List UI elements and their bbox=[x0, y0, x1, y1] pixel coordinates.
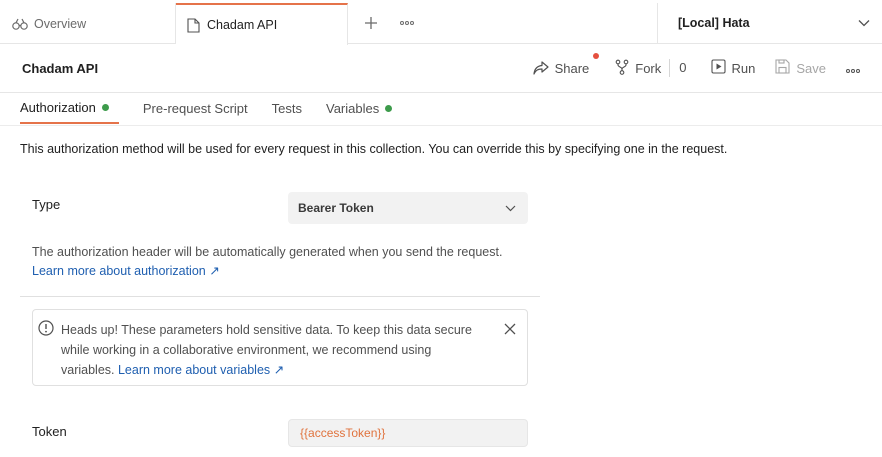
share-icon bbox=[532, 61, 549, 75]
collection-subtabs: Authorization Pre-request Script Tests V… bbox=[20, 93, 393, 125]
token-value: {{accessToken}} bbox=[300, 426, 386, 440]
auth-description-text: The authorization header will be automat… bbox=[32, 245, 503, 259]
fork-label: Fork bbox=[635, 60, 662, 76]
tab-authorization-label: Authorization bbox=[20, 100, 96, 115]
ellipsis-icon bbox=[846, 61, 860, 76]
subtabs-divider bbox=[0, 125, 882, 126]
run-label: Run bbox=[731, 60, 756, 76]
environment-label: [Local] Hata bbox=[678, 16, 750, 30]
tab-tests-label: Tests bbox=[271, 101, 302, 116]
tab-variables[interactable]: Variables bbox=[326, 93, 393, 124]
binoculars-icon bbox=[12, 16, 28, 32]
alert-circle-icon bbox=[38, 320, 54, 336]
tab-bar: Overview Chadam API [Local] Hata bbox=[0, 3, 882, 45]
tab-pre-request-script[interactable]: Pre-request Script bbox=[143, 93, 248, 124]
chevron-down-icon bbox=[858, 16, 870, 30]
save-icon bbox=[775, 59, 790, 77]
status-dot bbox=[101, 104, 109, 111]
fork-count[interactable]: 0 bbox=[669, 59, 687, 77]
learn-more-authorization-link[interactable]: Learn more about authorization ↗ bbox=[32, 262, 502, 281]
auth-info-text: This authorization method will be used f… bbox=[20, 142, 728, 156]
save-button[interactable]: Save bbox=[765, 54, 836, 82]
tab-pre-request-script-label: Pre-request Script bbox=[142, 101, 248, 116]
type-label: Type bbox=[32, 197, 61, 212]
auth-type-select[interactable]: Bearer Token bbox=[288, 192, 528, 224]
save-label: Save bbox=[796, 60, 826, 76]
token-input[interactable]: {{accessToken}} bbox=[288, 419, 528, 447]
status-dot bbox=[385, 105, 393, 112]
share-label: Share bbox=[554, 60, 590, 76]
document-icon bbox=[185, 17, 201, 33]
chevron-down-icon bbox=[505, 201, 516, 215]
tab-variables-label: Variables bbox=[326, 101, 380, 116]
notification-dot bbox=[593, 53, 600, 59]
collection-header: Chadam API Share Fork 0 Run Save bbox=[0, 44, 882, 93]
environment-selector[interactable]: [Local] Hata bbox=[658, 3, 882, 43]
sensitive-data-alert: Heads up! These parameters hold sensitiv… bbox=[32, 309, 528, 386]
auth-type-value: Bearer Token bbox=[298, 201, 374, 215]
plus-icon[interactable] bbox=[360, 12, 382, 34]
tab-overview-label: Overview bbox=[34, 16, 87, 31]
tab-chadam-api-label: Chadam API bbox=[207, 18, 278, 32]
tab-chadam-api[interactable]: Chadam API bbox=[176, 3, 348, 45]
tab-tests[interactable]: Tests bbox=[272, 93, 302, 124]
tab-actions bbox=[348, 3, 658, 43]
fork-icon bbox=[615, 59, 629, 78]
tab-authorization[interactable]: Authorization bbox=[20, 93, 119, 124]
header-actions: Share Fork 0 Run Save bbox=[523, 44, 860, 92]
fork-button[interactable]: Fork bbox=[605, 54, 671, 82]
more-options-button[interactable] bbox=[836, 54, 860, 82]
auth-description: The authorization header will be automat… bbox=[32, 243, 502, 281]
close-icon[interactable] bbox=[503, 322, 519, 338]
ellipsis-icon[interactable] bbox=[396, 12, 418, 34]
section-divider bbox=[20, 296, 540, 297]
token-label: Token bbox=[32, 424, 67, 439]
run-button[interactable]: Run bbox=[701, 54, 766, 82]
share-button[interactable]: Share bbox=[523, 53, 606, 82]
fork-group: Fork 0 bbox=[605, 54, 700, 82]
play-icon bbox=[710, 59, 726, 77]
page-title: Chadam API bbox=[22, 60, 99, 76]
tab-overview[interactable]: Overview bbox=[0, 3, 176, 44]
learn-more-variables-link[interactable]: Learn more about variables ↗ bbox=[118, 363, 284, 377]
